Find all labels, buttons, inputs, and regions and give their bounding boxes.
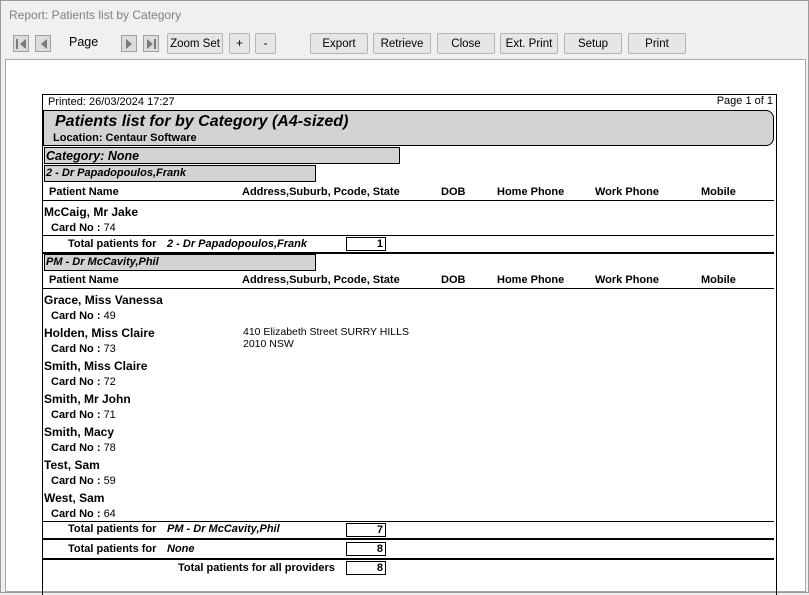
patient-name: Smith, Miss Claire: [44, 359, 148, 373]
print-button[interactable]: Print: [628, 33, 686, 54]
card-number: Card No : 71: [51, 409, 116, 421]
patient-name: Holden, Miss Claire: [44, 326, 155, 340]
card-number: Card No : 78: [51, 442, 116, 454]
category-title: Category: None: [46, 149, 140, 163]
report-page: Printed: 26/03/2024 17:27 Page 1 of 1 Pa…: [42, 94, 777, 595]
first-page-icon[interactable]: [13, 35, 29, 52]
col-patient-name: Patient Name: [49, 186, 119, 198]
col-home-phone: Home Phone: [497, 186, 565, 198]
col-mobile: Mobile: [701, 274, 736, 286]
all-providers-total-label: Total patients for all providers: [178, 562, 335, 574]
printed-date: Printed: 26/03/2024 17:27: [48, 96, 175, 108]
category-box: Category: None: [44, 147, 400, 164]
provider-box: PM - Dr McCavity,Phil: [44, 254, 316, 271]
patient-name: McCaig, Mr Jake: [44, 205, 139, 219]
col-work-phone: Work Phone: [595, 186, 659, 198]
zoom-set-button[interactable]: Zoom Set: [167, 33, 223, 54]
col-patient-name: Patient Name: [49, 274, 119, 286]
group-total-count: 7: [346, 523, 386, 537]
col-address: Address,Suburb, Pcode, State: [242, 186, 400, 198]
prev-page-icon[interactable]: [35, 35, 51, 52]
report-header-box: Patients list for by Category (A4-sized)…: [43, 110, 774, 146]
all-providers-total-count: 8: [346, 561, 386, 575]
card-number: Card No : 49: [51, 310, 116, 322]
patient-address-line2: 2010 NSW: [243, 338, 294, 350]
divider: [43, 521, 774, 522]
patient-address-line1: 410 Elizabeth Street SURRY HILLS: [243, 326, 409, 338]
page-label: Page: [69, 35, 99, 49]
report-location: Location: Centaur Software: [53, 132, 197, 144]
divider: [43, 200, 774, 201]
group-total-label: Total patients for: [68, 238, 157, 250]
category-total-name: None: [167, 543, 195, 555]
divider: [43, 288, 774, 289]
window-title: Report: Patients list by Category: [9, 8, 182, 22]
patient-name: Grace, Miss Vanessa: [44, 293, 163, 307]
close-button[interactable]: Close: [437, 33, 495, 54]
zoom-in-button[interactable]: +: [229, 33, 250, 54]
report-title: Patients list for by Category (A4-sized): [55, 113, 349, 130]
patient-name: Smith, Macy: [44, 425, 115, 439]
provider-name: 2 - Dr Papadopoulos,Frank: [46, 167, 186, 179]
card-number: Card No : 72: [51, 376, 116, 388]
toolbar: Page Zoom Set + - Export Retrieve Close …: [1, 33, 808, 55]
col-home-phone: Home Phone: [497, 274, 565, 286]
col-address: Address,Suburb, Pcode, State: [242, 274, 400, 286]
card-number: Card No : 74: [51, 222, 116, 234]
setup-button[interactable]: Setup: [564, 33, 622, 54]
card-number: Card No : 59: [51, 475, 116, 487]
divider: [43, 235, 774, 236]
card-number: Card No : 73: [51, 343, 116, 355]
col-dob: DOB: [441, 186, 466, 198]
patient-name: West, Sam: [44, 491, 105, 505]
divider: [43, 558, 774, 560]
group-total-count: 1: [346, 237, 386, 251]
report-window: Report: Patients list by Category Page Z…: [0, 0, 809, 595]
patient-name: Smith, Mr John: [44, 392, 131, 406]
provider-name: PM - Dr McCavity,Phil: [46, 256, 159, 268]
ext-print-button[interactable]: Ext. Print: [500, 33, 558, 54]
card-number: Card No : 64: [51, 508, 116, 520]
col-work-phone: Work Phone: [595, 274, 659, 286]
provider-box: 2 - Dr Papadopoulos,Frank: [44, 165, 316, 182]
category-total-label: Total patients for: [68, 543, 157, 555]
export-button[interactable]: Export: [310, 33, 368, 54]
col-dob: DOB: [441, 274, 466, 286]
category-total-count: 8: [346, 542, 386, 556]
group-total-label: Total patients for: [68, 523, 157, 535]
col-mobile: Mobile: [701, 186, 736, 198]
last-page-icon[interactable]: [143, 35, 159, 52]
zoom-out-button[interactable]: -: [255, 33, 276, 54]
page-number: Page 1 of 1: [716, 95, 773, 107]
group-total-provider: 2 - Dr Papadopoulos,Frank: [167, 238, 307, 250]
next-page-icon[interactable]: [121, 35, 137, 52]
divider: [43, 538, 774, 540]
retrieve-button[interactable]: Retrieve: [373, 33, 431, 54]
group-total-provider: PM - Dr McCavity,Phil: [167, 523, 280, 535]
patient-name: Test, Sam: [44, 458, 100, 472]
